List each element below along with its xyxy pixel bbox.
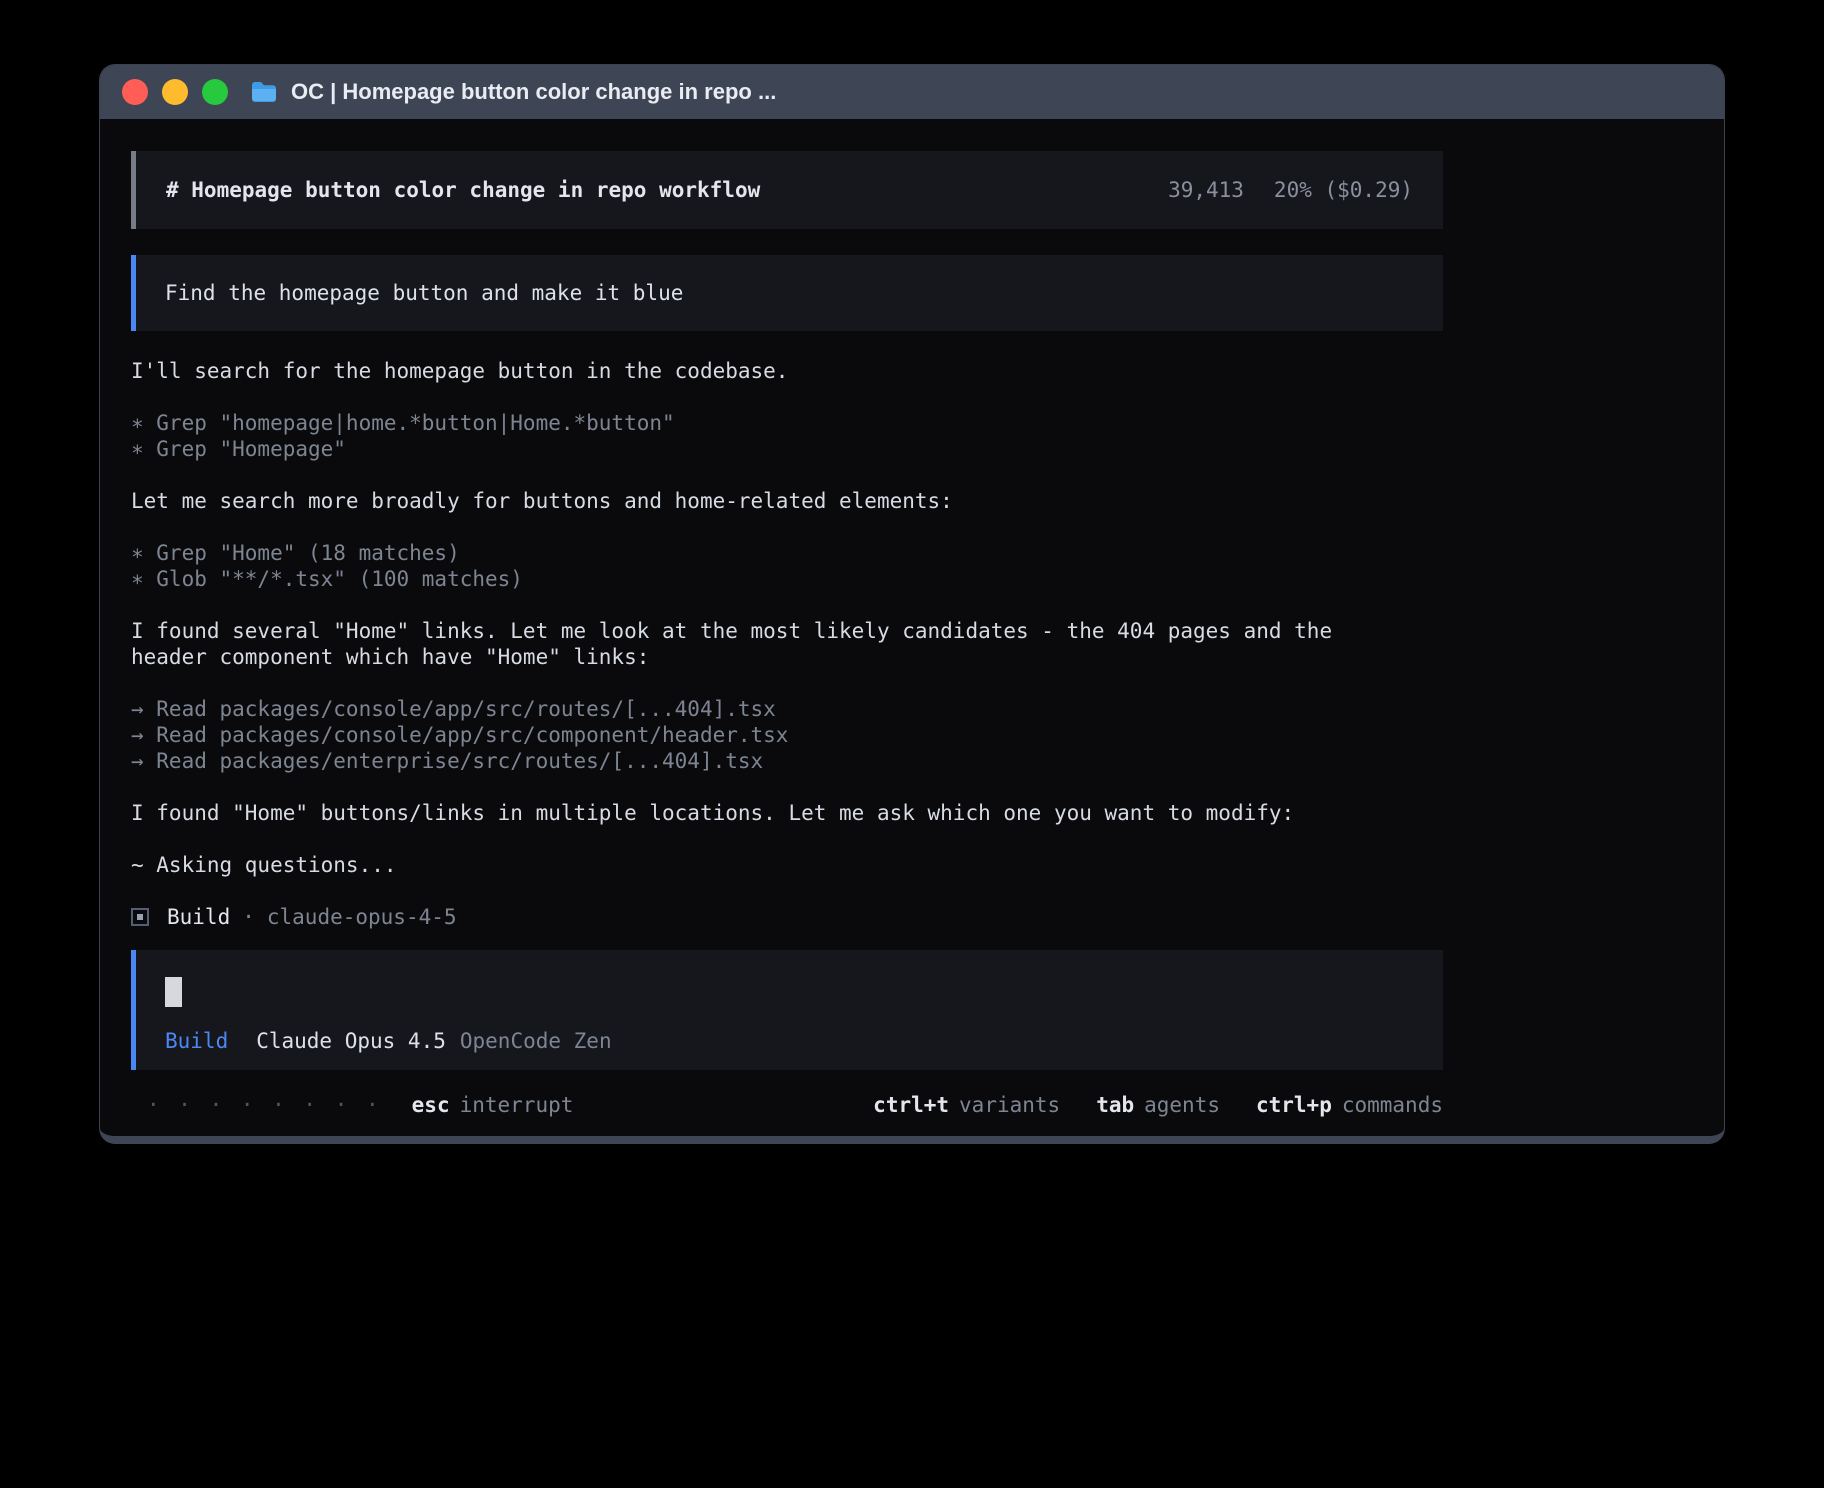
terminal-window: OC | Homepage button color change in rep… <box>99 64 1725 1144</box>
assistant-text: Let me search more broadly for buttons a… <box>131 488 1443 514</box>
agent-badge: Build · claude-opus-4-5 <box>131 904 1443 930</box>
ctrl-t-key: ctrl+t <box>873 1092 949 1118</box>
input-provider-name: OpenCode Zen <box>460 1028 612 1054</box>
hint-variants: ctrl+t variants <box>873 1092 1060 1118</box>
tab-key: tab <box>1096 1092 1134 1118</box>
minimize-window-button[interactable] <box>162 79 188 105</box>
assistant-text: I found "Home" buttons/links in multiple… <box>131 800 1443 826</box>
window-titlebar[interactable]: OC | Homepage button color change in rep… <box>100 65 1724 119</box>
tool-call-group: ∗ Grep "Home" (18 matches) ∗ Glob "**/*.… <box>131 540 1443 592</box>
input-agent-mode[interactable]: Build <box>165 1028 228 1054</box>
prompt-input[interactable]: Build Claude Opus 4.5 OpenCode Zen <box>131 950 1443 1070</box>
text-cursor <box>165 977 182 1007</box>
user-message-text: Find the homepage button and make it blu… <box>165 280 683 306</box>
user-message: Find the homepage button and make it blu… <box>131 255 1443 331</box>
input-model-name[interactable]: Claude Opus 4.5 <box>256 1028 446 1054</box>
tool-call-group: ∗ Grep "homepage|home.*button|Home.*butt… <box>131 410 1443 462</box>
status-bar: · · · · · · · · esc interrupt ctrl+t var… <box>131 1092 1443 1118</box>
tool-call-read: → Read packages/console/app/src/componen… <box>131 722 1443 748</box>
folder-icon <box>250 80 278 104</box>
hint-interrupt: esc interrupt <box>412 1092 574 1118</box>
assistant-messages: I'll search for the homepage button in t… <box>131 358 1443 930</box>
variants-label: variants <box>959 1092 1060 1118</box>
tool-call-glob: ∗ Glob "**/*.tsx" (100 matches) <box>131 566 1443 592</box>
tool-call-grep: ∗ Grep "Homepage" <box>131 436 1443 462</box>
spinner-dots: · · · · · · · · <box>147 1092 382 1118</box>
hint-agents: tab agents <box>1096 1092 1220 1118</box>
tool-call-group: → Read packages/console/app/src/routes/[… <box>131 696 1443 774</box>
esc-label: interrupt <box>460 1092 574 1118</box>
zoom-window-button[interactable] <box>202 79 228 105</box>
status-bar-right: ctrl+t variants tab agents ctrl+p comman… <box>873 1092 1443 1118</box>
window-title: OC | Homepage button color change in rep… <box>291 79 776 105</box>
tool-call-grep: ∗ Grep "homepage|home.*button|Home.*butt… <box>131 410 1443 436</box>
tool-call-grep: ∗ Grep "Home" (18 matches) <box>131 540 1443 566</box>
agent-name: Build <box>167 904 230 930</box>
traffic-lights <box>122 79 228 105</box>
agents-label: agents <box>1144 1092 1220 1118</box>
input-model-line: Build Claude Opus 4.5 OpenCode Zen <box>165 1028 1443 1054</box>
ctrl-p-key: ctrl+p <box>1256 1092 1332 1118</box>
tool-call-read: → Read packages/enterprise/src/routes/[.… <box>131 748 1443 774</box>
assistant-text: I found several "Home" links. Let me loo… <box>131 618 1375 670</box>
session-header: # Homepage button color change in repo w… <box>131 151 1443 229</box>
esc-key: esc <box>412 1092 450 1118</box>
status-bar-left: · · · · · · · · esc interrupt <box>131 1092 573 1118</box>
titlebar-title-group: OC | Homepage button color change in rep… <box>250 79 776 105</box>
assistant-status-text: ~ Asking questions... <box>131 852 1443 878</box>
agent-mode-icon <box>131 908 149 926</box>
commands-label: commands <box>1342 1092 1443 1118</box>
context-cost: 20% ($0.29) <box>1274 177 1413 203</box>
agent-model: claude-opus-4-5 <box>267 904 457 930</box>
terminal-content: # Homepage button color change in repo w… <box>100 119 1724 1118</box>
session-stats: 39,413 20% ($0.29) <box>1168 177 1413 203</box>
token-count: 39,413 <box>1168 177 1244 203</box>
tool-call-read: → Read packages/console/app/src/routes/[… <box>131 696 1443 722</box>
session-title: # Homepage button color change in repo w… <box>166 177 760 203</box>
close-window-button[interactable] <box>122 79 148 105</box>
assistant-text: I'll search for the homepage button in t… <box>131 358 1443 384</box>
agent-separator: · <box>242 904 255 930</box>
hint-commands: ctrl+p commands <box>1256 1092 1443 1118</box>
